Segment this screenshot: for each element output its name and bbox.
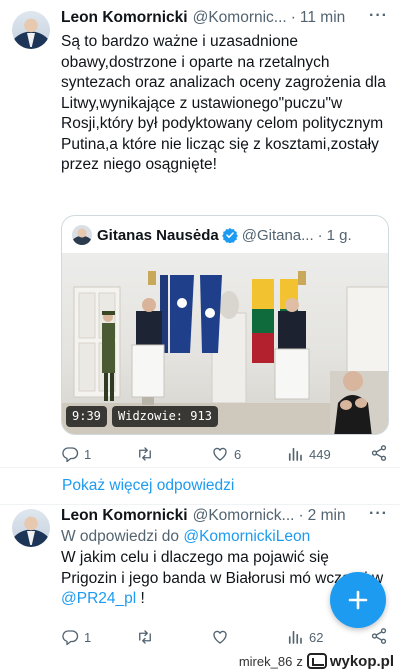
author-handle[interactable]: @Komornic... — [193, 9, 287, 27]
reply-context: W odpowiedzi do @KomornickiLeon — [61, 527, 386, 548]
reply-count: 1 — [84, 446, 92, 462]
watermark-site: wykop.pl — [329, 652, 394, 670]
divider — [0, 467, 400, 468]
tweet-text-part: W jakim celu i dlaczego ma pojawić się P… — [61, 549, 329, 587]
reply-button[interactable]: 1 — [61, 628, 136, 646]
retweet-button[interactable] — [136, 445, 211, 463]
reply-count: 1 — [84, 629, 92, 645]
author-handle[interactable]: @Komornick... — [193, 507, 295, 525]
heart-icon — [213, 630, 227, 644]
plus-icon — [348, 590, 368, 610]
separator-dot: · — [298, 507, 304, 524]
quoted-tweet[interactable]: Gitanas Nausėda @Gitana... · 1 g. 9:39 W… — [61, 215, 389, 435]
wykop-logo-icon — [306, 653, 327, 669]
tweet-text: Są to bardzo ważne i uzasadnione obawy,d… — [61, 33, 386, 173]
more-options-icon[interactable]: ··· — [369, 505, 388, 523]
timestamp[interactable]: 2 min — [308, 507, 346, 525]
tweet-1[interactable]: Leon Komornicki @Komornic... · 11 min ··… — [0, 0, 400, 470]
quoted-author-name: Gitanas Nausėda — [97, 226, 219, 244]
verified-badge-icon — [221, 227, 238, 243]
tweet-text-part: ! — [136, 590, 145, 607]
timestamp[interactable]: 11 min — [300, 9, 345, 27]
reply-icon — [62, 447, 79, 463]
video-duration: 9:39 — [66, 406, 107, 427]
analytics-icon — [288, 630, 302, 644]
author-name[interactable]: Leon Komornicki — [61, 507, 188, 525]
tweet-header: Leon Komornicki @Komornic... · 11 min — [61, 7, 388, 29]
action-bar: 1 6 449 — [61, 443, 388, 465]
retweet-icon — [139, 630, 151, 644]
views-button[interactable]: 449 — [286, 445, 361, 463]
quoted-author-handle: @Gitana... — [241, 226, 314, 244]
like-count: 6 — [234, 446, 242, 462]
avatar[interactable] — [12, 509, 50, 547]
separator-dot: · — [317, 226, 323, 244]
share-button[interactable] — [370, 627, 388, 648]
like-button[interactable] — [211, 628, 286, 646]
retweet-button[interactable] — [136, 628, 211, 646]
view-count: 449 — [309, 446, 331, 462]
reply-icon — [62, 630, 79, 646]
view-count: 62 — [309, 629, 324, 645]
share-icon — [371, 627, 387, 644]
quoted-tweet-header: Gitanas Nausėda @Gitana... · 1 g. — [72, 224, 380, 246]
wykop-logo: wykop.pl — [306, 652, 394, 670]
analytics-icon — [288, 447, 302, 461]
watermark-separator: z — [296, 653, 303, 669]
action-bar: 1 62 — [61, 626, 388, 648]
watermark: mirek_86 z wykop.pl — [239, 652, 394, 670]
author-name[interactable]: Leon Komornicki — [61, 9, 188, 27]
like-button[interactable]: 6 — [211, 445, 286, 463]
video-player[interactable]: 9:39 Widzowie: 913 — [62, 253, 388, 434]
video-views: Widzowie: 913 — [112, 406, 218, 427]
avatar[interactable] — [12, 11, 50, 49]
tweet-header: Leon Komornicki @Komornick... · 2 min — [61, 505, 388, 527]
more-options-icon[interactable]: ··· — [369, 7, 388, 25]
compose-tweet-button[interactable] — [330, 572, 386, 628]
avatar — [72, 225, 92, 245]
watermark-user: mirek_86 — [238, 653, 293, 669]
reply-context-label: W odpowiedzi do — [61, 528, 184, 545]
show-more-replies-link[interactable]: Pokaż więcej odpowiedzi — [62, 477, 234, 495]
share-icon — [371, 444, 387, 461]
quoted-timestamp: 1 g. — [326, 226, 352, 244]
heart-icon — [213, 447, 227, 461]
reply-button[interactable]: 1 — [61, 445, 136, 463]
retweet-icon — [139, 447, 151, 461]
reply-to-mention[interactable]: @KomornickiLeon — [183, 528, 310, 545]
mention-link[interactable]: @PR24_pl — [61, 590, 136, 607]
video-frame — [62, 271, 388, 434]
separator-dot: · — [290, 9, 296, 26]
share-button[interactable] — [370, 444, 388, 465]
views-button[interactable]: 62 — [286, 628, 361, 646]
